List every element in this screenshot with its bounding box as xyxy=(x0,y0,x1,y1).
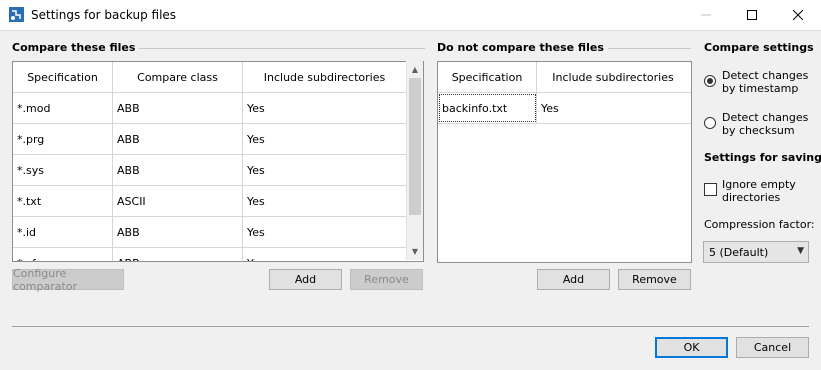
column-header-specification[interactable]: Specification xyxy=(13,62,113,92)
title-bar: Settings for backup files xyxy=(0,0,821,31)
add-compare-button[interactable]: Add xyxy=(269,269,342,290)
checksum-radio[interactable] xyxy=(704,117,716,129)
cell-compare-class: ABB xyxy=(113,124,243,154)
chevron-up-icon[interactable]: ▲ xyxy=(407,61,423,78)
scrollbar-thumb[interactable] xyxy=(409,78,421,215)
cell-specification: *.id xyxy=(13,217,113,247)
table-header: Specification Compare class Include subd… xyxy=(13,62,423,93)
table-header: Specification Include subdirectories xyxy=(438,62,691,93)
cell-specification: *.prg xyxy=(13,124,113,154)
ignore-empty-label-line2: directories xyxy=(722,191,781,204)
cell-include-subdirectories: Yes xyxy=(541,101,559,115)
saving-settings-title: Settings for saving xyxy=(704,151,821,164)
add-exclude-button[interactable]: Add xyxy=(537,269,610,290)
column-header-specification[interactable]: Specification xyxy=(438,62,537,92)
chevron-down-icon: ▼ xyxy=(797,246,804,256)
cell-specification: *.txt xyxy=(13,186,113,216)
table-row[interactable]: *.txt ASCII Yes xyxy=(13,186,423,217)
cell-specification: *.cfg xyxy=(13,248,113,261)
compare-files-table[interactable]: Specification Compare class Include subd… xyxy=(12,61,424,262)
cell-specification: backinfo.txt xyxy=(438,93,537,123)
footer-separator xyxy=(12,326,809,327)
checksum-label-line1: Detect changes xyxy=(722,111,809,124)
ok-button[interactable]: OK xyxy=(655,337,728,358)
chevron-down-icon[interactable]: ▼ xyxy=(407,243,423,260)
table-row[interactable]: *.id ABB Yes xyxy=(13,217,423,248)
configure-comparator-button[interactable]: Configure comparator xyxy=(12,267,124,293)
ignore-empty-label-line1: Ignore empty xyxy=(722,178,796,191)
cell-compare-class: ABB xyxy=(113,248,243,261)
maximize-button[interactable] xyxy=(729,0,775,30)
cell-specification: *.sys xyxy=(13,155,113,185)
cell-compare-class: ASCII xyxy=(113,186,243,216)
backup-settings-icon xyxy=(9,7,24,22)
compression-factor-label: Compression factor: xyxy=(704,218,815,231)
remove-compare-button[interactable]: Remove xyxy=(350,269,423,290)
close-button[interactable] xyxy=(775,0,821,30)
column-header-include-subdirectories[interactable]: Include subdirectories xyxy=(537,62,689,92)
column-header-include-subdirectories[interactable]: Include subdirectories xyxy=(243,62,406,92)
minimize-button[interactable] xyxy=(683,0,729,30)
table-row[interactable]: backinfo.txt Yes xyxy=(438,93,691,124)
table-row[interactable]: *.mod ABB Yes xyxy=(13,93,423,124)
timestamp-radio[interactable] xyxy=(704,75,716,87)
compression-factor-value: 5 (Default) xyxy=(709,245,769,259)
minimize-icon xyxy=(701,14,711,16)
cancel-button[interactable]: Cancel xyxy=(736,337,809,358)
checksum-label-line2: by checksum xyxy=(722,124,795,137)
cell-compare-class: ABB xyxy=(113,93,243,123)
ignore-empty-checkbox[interactable] xyxy=(704,183,717,196)
column-header-compare-class[interactable]: Compare class xyxy=(113,62,243,92)
cell-include-subdirectories: Yes xyxy=(247,225,265,239)
cell-include-subdirectories: Yes xyxy=(247,132,265,146)
compression-factor-select[interactable]: 5 (Default) ▼ xyxy=(703,241,809,263)
timestamp-label-line2: by timestamp xyxy=(722,82,799,95)
timestamp-label-line1: Detect changes xyxy=(722,69,809,82)
compare-settings-title: Compare settings xyxy=(704,41,818,54)
ignore-empty-label[interactable]: Ignore empty directories xyxy=(722,178,796,204)
timestamp-label[interactable]: Detect changes by timestamp xyxy=(722,69,808,95)
cell-compare-class: ABB xyxy=(113,217,243,247)
checksum-label[interactable]: Detect changes by checksum xyxy=(722,111,808,137)
window-title: Settings for backup files xyxy=(31,8,177,22)
excluded-files-table[interactable]: Specification Include subdirectories bac… xyxy=(437,61,692,263)
exclude-group-title: Do not compare these files xyxy=(437,41,608,54)
vertical-scrollbar[interactable]: ▲ ▼ xyxy=(406,61,423,260)
cell-include-subdirectories: Yes xyxy=(247,101,265,115)
table-row[interactable]: *.sys ABB Yes xyxy=(13,155,423,186)
close-icon xyxy=(793,10,803,20)
cell-include-subdirectories: Yes xyxy=(247,194,265,208)
compare-group-title: Compare these files xyxy=(12,41,140,54)
remove-exclude-button[interactable]: Remove xyxy=(618,269,691,290)
cell-compare-class: ABB xyxy=(113,155,243,185)
cell-include-subdirectories: Yes xyxy=(243,248,406,262)
table-row[interactable]: *.cfg ABB Yes xyxy=(13,248,423,262)
cell-specification: *.mod xyxy=(13,93,113,123)
cell-include-subdirectories: Yes xyxy=(247,163,265,177)
table-row[interactable]: *.prg ABB Yes xyxy=(13,124,423,155)
maximize-icon xyxy=(747,10,757,20)
